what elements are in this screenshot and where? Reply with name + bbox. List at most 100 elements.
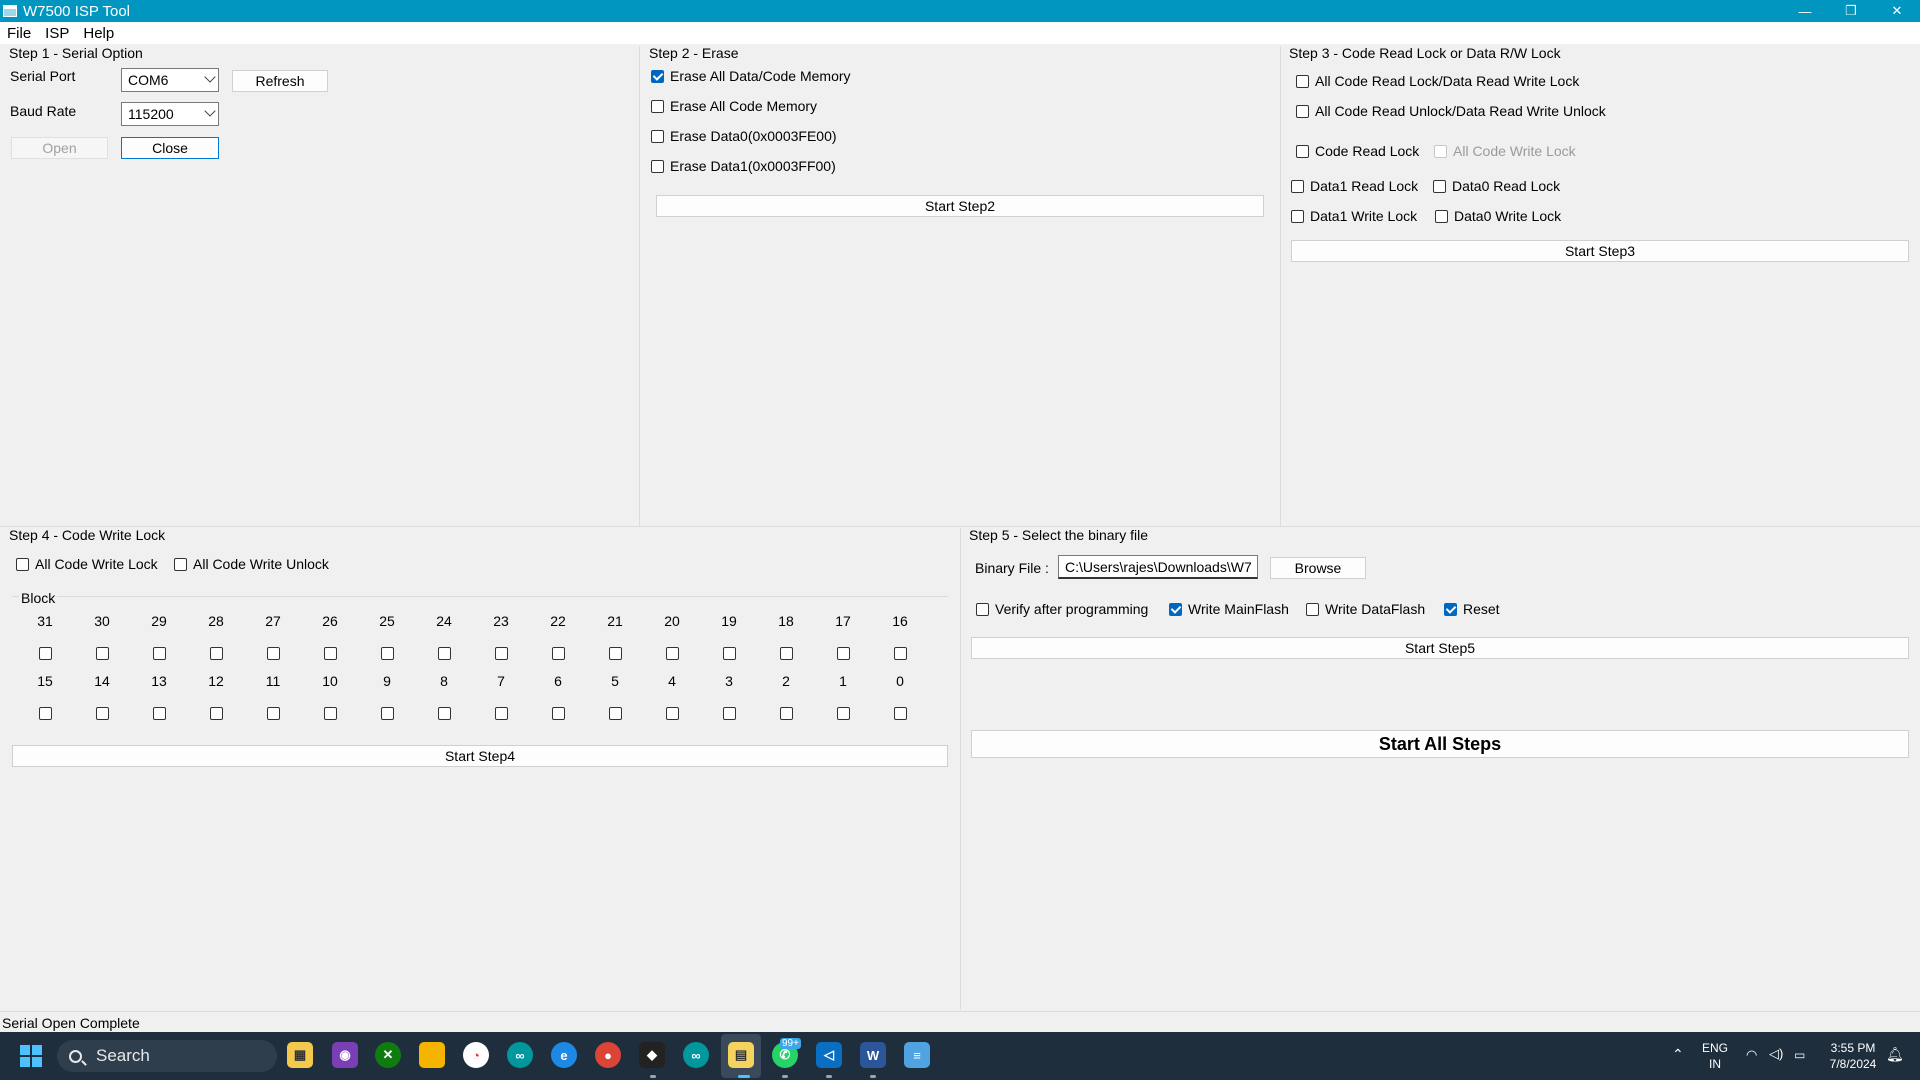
block-checkbox[interactable] bbox=[894, 707, 907, 720]
start-step2-button[interactable]: Start Step2 bbox=[656, 195, 1264, 217]
clock[interactable]: 3:55 PM 7/8/2024 bbox=[1826, 1040, 1880, 1072]
podcast-app-icon[interactable]: ◉ bbox=[332, 1042, 358, 1068]
chevron-up-icon[interactable]: ⌃ bbox=[1672, 1046, 1684, 1062]
block-checkbox[interactable] bbox=[780, 707, 793, 720]
running-indicator bbox=[782, 1075, 788, 1078]
edge-browser-icon[interactable]: e bbox=[551, 1042, 577, 1068]
block-checkbox[interactable] bbox=[324, 647, 337, 660]
block-checkbox[interactable] bbox=[381, 707, 394, 720]
red-app-icon[interactable]: ◔ bbox=[463, 1042, 489, 1068]
baud-rate-select[interactable]: 115200 bbox=[121, 102, 219, 126]
block-checkbox[interactable] bbox=[666, 707, 679, 720]
browse-button[interactable]: Browse bbox=[1270, 557, 1366, 579]
data0-read-lock-checkbox[interactable]: Data0 Read Lock bbox=[1433, 178, 1560, 194]
block-checkbox[interactable] bbox=[153, 647, 166, 660]
windows-start-icon[interactable] bbox=[20, 1045, 42, 1067]
start-all-steps-button[interactable]: Start All Steps bbox=[971, 730, 1909, 758]
menu-isp[interactable]: ISP bbox=[45, 25, 69, 42]
erase-all-data-code-checkbox[interactable]: Erase All Data/Code Memory bbox=[651, 68, 851, 84]
vscode-icon[interactable]: ◁ bbox=[816, 1042, 842, 1068]
write-mainflash-checkbox[interactable]: Write MainFlash bbox=[1169, 601, 1289, 617]
block-number-label: 7 bbox=[497, 673, 505, 689]
code-read-lock-checkbox[interactable]: Code Read Lock bbox=[1296, 143, 1419, 159]
xbox-icon[interactable]: ✕ bbox=[375, 1042, 401, 1068]
arduino-icon[interactable]: ∞ bbox=[507, 1042, 533, 1068]
wifi-icon[interactable]: ◠ bbox=[1746, 1047, 1757, 1063]
all-code-write-lock-checkbox[interactable]: All Code Write Lock bbox=[16, 556, 158, 572]
block-checkbox[interactable] bbox=[780, 647, 793, 660]
isp-tool-icon[interactable]: ▤ bbox=[728, 1042, 754, 1068]
menu-file[interactable]: File bbox=[7, 25, 31, 42]
chrome-browser-icon[interactable]: ● bbox=[595, 1042, 621, 1068]
word-icon[interactable]: W bbox=[860, 1042, 886, 1068]
volume-icon[interactable]: ◁) bbox=[1769, 1046, 1783, 1062]
notepad-icon[interactable]: ≡ bbox=[904, 1042, 930, 1068]
taskbar-search[interactable]: Search bbox=[57, 1040, 277, 1072]
language-indicator[interactable]: ENG IN bbox=[1702, 1040, 1728, 1072]
block-number-label: 16 bbox=[892, 613, 908, 629]
start-step4-button[interactable]: Start Step4 bbox=[12, 745, 948, 767]
block-checkbox[interactable] bbox=[153, 707, 166, 720]
checkbox-label: All Code Read Lock/Data Read Write Lock bbox=[1315, 73, 1580, 89]
block-checkbox[interactable] bbox=[723, 647, 736, 660]
start-step5-button[interactable]: Start Step5 bbox=[971, 637, 1909, 659]
block-checkbox[interactable] bbox=[438, 707, 451, 720]
block-checkbox[interactable] bbox=[552, 647, 565, 660]
block-checkbox[interactable] bbox=[39, 707, 52, 720]
block-checkbox[interactable] bbox=[552, 707, 565, 720]
file-explorer-icon[interactable] bbox=[419, 1042, 445, 1068]
notification-bell-icon[interactable]: 🔔︎ bbox=[1886, 1046, 1904, 1062]
microsoft-store-icon[interactable]: ▦ bbox=[287, 1042, 313, 1068]
all-code-write-unlock-checkbox[interactable]: All Code Write Unlock bbox=[174, 556, 329, 572]
diamond-app-icon[interactable]: ◆ bbox=[639, 1042, 665, 1068]
block-number-label: 19 bbox=[721, 613, 737, 629]
close-window-button[interactable]: ✕ bbox=[1874, 0, 1920, 22]
arduino-ide-icon[interactable]: ∞ bbox=[683, 1042, 709, 1068]
block-checkbox[interactable] bbox=[381, 647, 394, 660]
running-indicator bbox=[650, 1075, 656, 1078]
block-label: Block bbox=[19, 590, 58, 606]
all-code-read-unlock-checkbox[interactable]: All Code Read Unlock/Data Read Write Unl… bbox=[1296, 103, 1606, 119]
close-port-button[interactable]: Close bbox=[121, 137, 219, 159]
data0-write-lock-checkbox[interactable]: Data0 Write Lock bbox=[1435, 208, 1561, 224]
block-checkbox[interactable] bbox=[324, 707, 337, 720]
block-checkbox[interactable] bbox=[837, 707, 850, 720]
write-dataflash-checkbox[interactable]: Write DataFlash bbox=[1306, 601, 1425, 617]
open-button[interactable]: Open bbox=[11, 137, 108, 159]
block-checkbox[interactable] bbox=[267, 707, 280, 720]
reset-checkbox[interactable]: Reset bbox=[1444, 601, 1500, 617]
baud-rate-label: Baud Rate bbox=[10, 103, 77, 119]
menu-help[interactable]: Help bbox=[83, 25, 114, 42]
minimize-button[interactable]: — bbox=[1782, 0, 1828, 22]
running-indicator bbox=[738, 1075, 750, 1078]
block-checkbox[interactable] bbox=[723, 707, 736, 720]
menu-bar: File ISP Help bbox=[0, 22, 1920, 44]
block-checkbox[interactable] bbox=[438, 647, 451, 660]
block-checkbox[interactable] bbox=[609, 647, 622, 660]
block-checkbox[interactable] bbox=[96, 707, 109, 720]
block-checkbox[interactable] bbox=[894, 647, 907, 660]
data1-write-lock-checkbox[interactable]: Data1 Write Lock bbox=[1291, 208, 1417, 224]
data1-read-lock-checkbox[interactable]: Data1 Read Lock bbox=[1291, 178, 1418, 194]
block-checkbox[interactable] bbox=[495, 707, 508, 720]
start-step3-button[interactable]: Start Step3 bbox=[1291, 240, 1909, 262]
block-checkbox[interactable] bbox=[267, 647, 280, 660]
serial-port-select[interactable]: COM6 bbox=[121, 68, 219, 92]
restore-button[interactable]: ❐ bbox=[1828, 0, 1874, 22]
block-checkbox[interactable] bbox=[837, 647, 850, 660]
refresh-button[interactable]: Refresh bbox=[232, 70, 328, 92]
block-checkbox[interactable] bbox=[666, 647, 679, 660]
block-checkbox[interactable] bbox=[495, 647, 508, 660]
erase-all-code-checkbox[interactable]: Erase All Code Memory bbox=[651, 98, 817, 114]
block-checkbox[interactable] bbox=[39, 647, 52, 660]
erase-data1-checkbox[interactable]: Erase Data1(0x0003FF00) bbox=[651, 158, 836, 174]
verify-after-programming-checkbox[interactable]: Verify after programming bbox=[976, 601, 1148, 617]
battery-icon[interactable]: ▭ bbox=[1794, 1047, 1805, 1063]
block-checkbox[interactable] bbox=[210, 647, 223, 660]
binary-file-input[interactable]: C:\Users\rajes\Downloads\W7 bbox=[1058, 555, 1258, 579]
erase-data0-checkbox[interactable]: Erase Data0(0x0003FE00) bbox=[651, 128, 837, 144]
block-checkbox[interactable] bbox=[96, 647, 109, 660]
all-code-read-lock-checkbox[interactable]: All Code Read Lock/Data Read Write Lock bbox=[1296, 73, 1579, 89]
block-checkbox[interactable] bbox=[210, 707, 223, 720]
block-checkbox[interactable] bbox=[609, 707, 622, 720]
